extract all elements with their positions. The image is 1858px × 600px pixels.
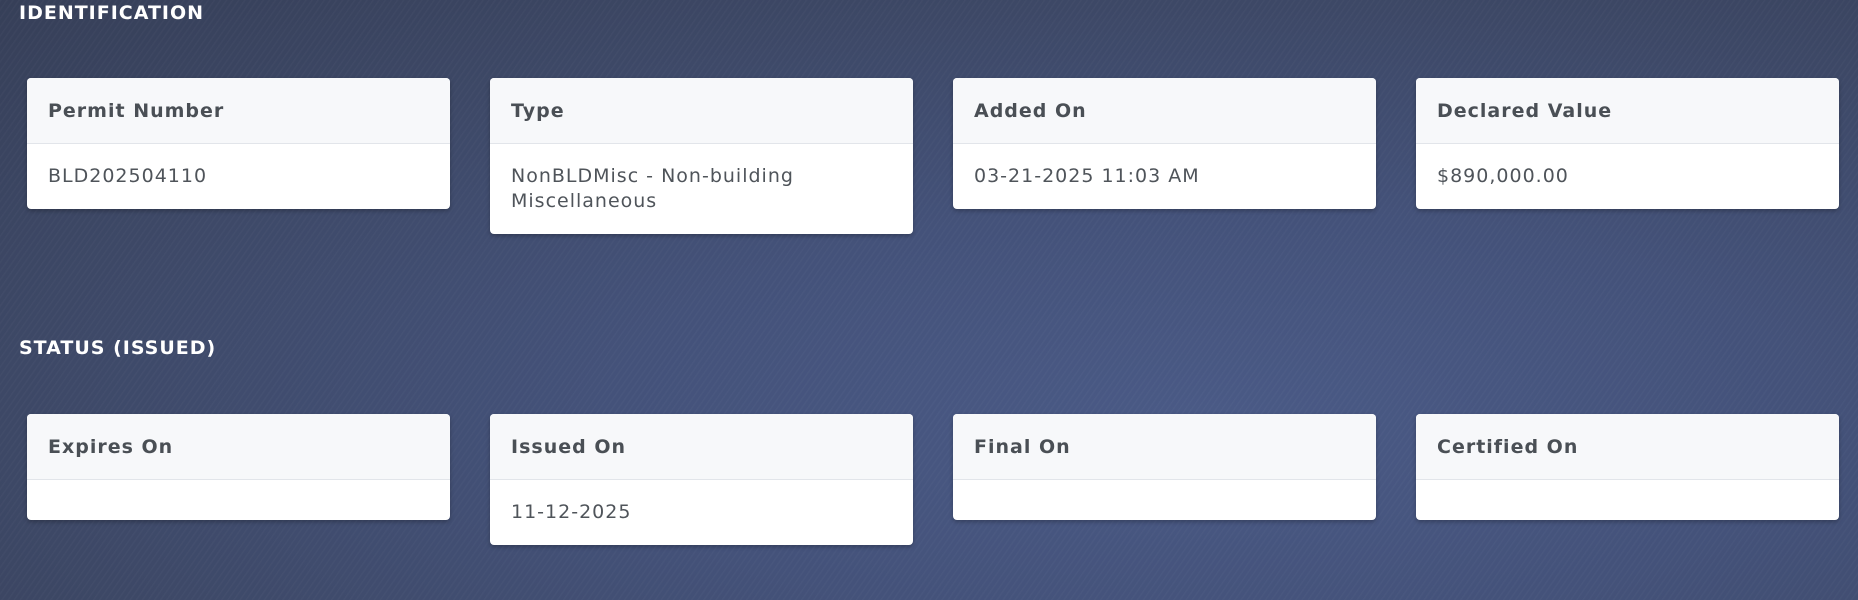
issued-on-label: Issued On bbox=[490, 414, 913, 480]
declared-value-card: Declared Value $890,000.00 bbox=[1416, 78, 1839, 209]
expires-on-value bbox=[27, 480, 450, 520]
final-on-label: Final On bbox=[953, 414, 1376, 480]
permit-number-value: BLD202504110 bbox=[48, 165, 208, 187]
issued-on-card: Issued On 11-12-2025 bbox=[490, 414, 913, 545]
type-label: Type bbox=[490, 78, 913, 144]
certified-on-label: Certified On bbox=[1416, 414, 1839, 480]
expires-on-card: Expires On bbox=[27, 414, 450, 520]
declared-value-label: Declared Value bbox=[1416, 78, 1839, 144]
final-on-value bbox=[953, 480, 1376, 520]
identification-cards: Permit Number BLD202504110 Type NonBLDMi… bbox=[27, 78, 1839, 234]
final-on-card: Final On bbox=[953, 414, 1376, 520]
certified-on-card: Certified On bbox=[1416, 414, 1839, 520]
issued-on-value: 11-12-2025 bbox=[511, 501, 632, 523]
permit-number-card: Permit Number BLD202504110 bbox=[27, 78, 450, 209]
permit-number-label: Permit Number bbox=[27, 78, 450, 144]
added-on-value: 03-21-2025 11:03 AM bbox=[974, 165, 1200, 187]
status-cards: Expires On Issued On 11-12-2025 Final On… bbox=[27, 414, 1839, 545]
certified-on-value bbox=[1416, 480, 1839, 520]
declared-value-value: $890,000.00 bbox=[1437, 165, 1569, 187]
added-on-card: Added On 03-21-2025 11:03 AM bbox=[953, 78, 1376, 209]
type-card: Type NonBLDMisc - Non-building Miscellan… bbox=[490, 78, 913, 234]
added-on-label: Added On bbox=[953, 78, 1376, 144]
type-value: NonBLDMisc - Non-building Miscellaneous bbox=[511, 165, 794, 212]
identification-section-title: IDENTIFICATION bbox=[19, 2, 205, 24]
expires-on-label: Expires On bbox=[27, 414, 450, 480]
status-section-title: STATUS (ISSUED) bbox=[19, 337, 217, 359]
